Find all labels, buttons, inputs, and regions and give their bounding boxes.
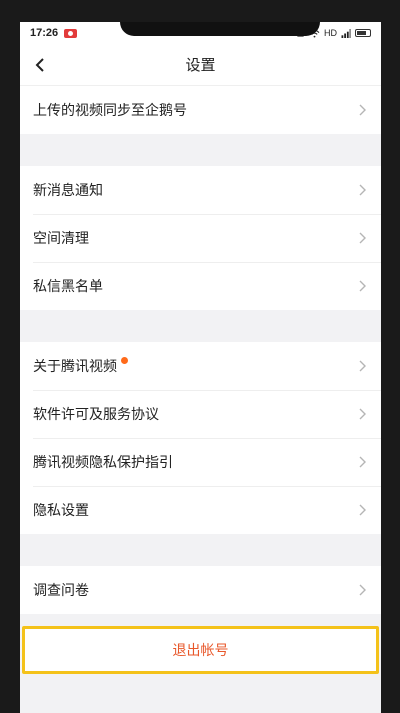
list-item-message-blacklist[interactable]: 私信黑名单 [20,262,381,310]
settings-group-sync: 上传的视频同步至企鹅号 [20,86,381,134]
back-button[interactable] [20,44,60,86]
list-item-label: 软件许可及服务协议 [33,406,159,422]
battery-icon [355,29,371,37]
camera-notch [120,22,320,36]
list-item-label: 关于腾讯视频 [33,358,117,374]
list-item-label: 腾讯视频隐私保护指引 [33,454,173,470]
chevron-right-icon [359,360,366,372]
settings-group-general: 新消息通知 空间清理 私信黑名单 [20,166,381,310]
new-badge-dot [121,356,128,364]
network-type-label: HD [324,28,337,38]
list-item-about[interactable]: 关于腾讯视频 [20,342,381,390]
nav-bar: 设置 [20,44,381,86]
chevron-right-icon [359,584,366,596]
list-item-label: 空间清理 [33,230,89,246]
list-item-privacy-guide[interactable]: 腾讯视频隐私保护指引 [20,438,381,486]
chevron-right-icon [359,504,366,516]
list-item-label: 隐私设置 [33,502,89,518]
chevron-right-icon [359,280,366,292]
list-item-label: 上传的视频同步至企鹅号 [33,102,187,118]
logout-section: 退出帐号 [20,614,381,674]
list-item-label: 新消息通知 [33,182,103,198]
logout-button[interactable]: 退出帐号 [22,626,379,674]
list-item-label: 私信黑名单 [33,278,103,294]
settings-group-about: 关于腾讯视频 软件许可及服务协议 腾讯视频隐私保护指引 隐私设置 [20,342,381,534]
chevron-left-icon [35,57,44,72]
status-time: 17:26 [30,27,59,39]
settings-group-survey: 调查问卷 [20,566,381,614]
recording-icon [64,28,78,38]
list-item-survey[interactable]: 调查问卷 [20,566,381,614]
section-gap [20,134,381,166]
screen: 17:26 HD 设置 上传的视频同步至企鹅号 新消息通知 空间清理 私信黑名单… [20,22,381,713]
signal-icon [341,28,351,38]
list-item-storage-cleanup[interactable]: 空间清理 [20,214,381,262]
list-item-label: 调查问卷 [33,582,89,598]
chevron-right-icon [359,456,366,468]
bottom-spacer [20,674,381,713]
chevron-right-icon [359,184,366,196]
section-gap [20,534,381,566]
chevron-right-icon [359,104,366,116]
list-item-privacy-settings[interactable]: 隐私设置 [20,486,381,534]
chevron-right-icon [359,408,366,420]
list-item-notifications[interactable]: 新消息通知 [20,166,381,214]
list-item-license-agreement[interactable]: 软件许可及服务协议 [20,390,381,438]
chevron-right-icon [359,232,366,244]
section-gap [20,310,381,342]
page-title: 设置 [185,57,216,74]
list-item-sync-to-penguin[interactable]: 上传的视频同步至企鹅号 [20,86,381,134]
